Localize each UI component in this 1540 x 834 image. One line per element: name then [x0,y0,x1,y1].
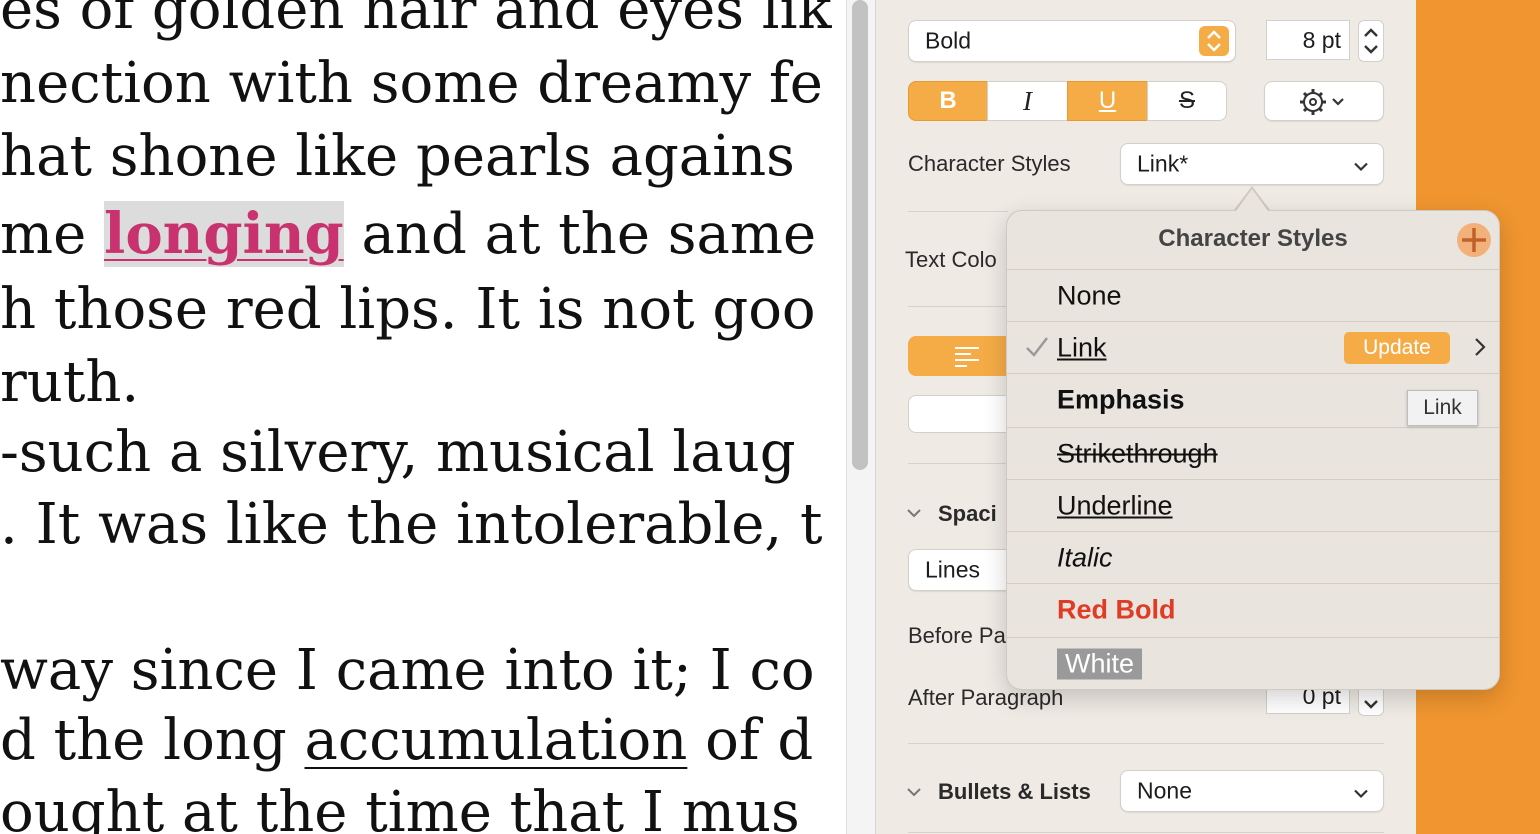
text-line[interactable]: nection with some dreamy fe [0,56,823,112]
stepper-arrows-icon [1199,26,1229,56]
text-run[interactable]: me [0,202,104,267]
italic-button[interactable]: I [987,81,1068,121]
bullets-lists-popup[interactable]: None [1120,770,1384,812]
character-styles-popover: Character Styles None Link Update Emphas… [1006,210,1500,690]
style-item-label: White [1057,648,1143,679]
style-item-label: Italic [1057,542,1113,572]
text-line[interactable]: way since I came into it; I co [0,643,815,699]
font-size-stepper[interactable] [1358,20,1384,62]
document-canvas[interactable]: es of golden hair and eyes lik nection w… [0,0,846,834]
divider [908,832,1384,833]
disclosure-chevron-icon[interactable] [906,506,922,524]
text-line[interactable]: ruth. [0,355,139,411]
text-line[interactable]: me longing and at the same [0,201,816,267]
checkmark-icon [1025,336,1049,363]
text-run[interactable]: and at the same [344,202,816,267]
style-item-red-bold[interactable]: Red Bold [1007,583,1499,635]
font-style-popup[interactable]: Bold [908,20,1236,62]
update-style-button[interactable]: Update [1344,332,1450,364]
style-item-label: None [1057,280,1122,310]
style-item-white[interactable]: White [1007,637,1499,689]
style-item-italic[interactable]: Italic [1007,531,1499,583]
underlined-text[interactable]: accumulation [305,708,688,773]
font-size-value: 8 pt [1302,27,1341,53]
font-size-field[interactable]: 8 pt [1266,20,1350,60]
chevron-down-icon [1353,778,1369,805]
popover-title: Character Styles [1158,225,1348,252]
scrollbar-thumb[interactable] [852,0,868,470]
disclosure-chevron-icon[interactable] [906,785,922,803]
gear-icon [1299,88,1355,122]
bold-button[interactable]: B [908,81,988,121]
text-line[interactable]: hat shone like pearls agains [0,129,795,185]
spacing-label: Spaci [938,501,997,526]
style-item-link[interactable]: Link Update [1007,321,1499,373]
tooltip: Link [1407,390,1478,426]
style-item-underline[interactable]: Underline [1007,479,1499,531]
spacing-popup[interactable]: Lines [908,549,1008,591]
text-options-button[interactable] [1264,81,1384,121]
align-left-button[interactable] [908,336,1008,376]
text-run[interactable]: d the long [0,708,305,773]
bullets-lists-value: None [1137,777,1192,804]
underline-button[interactable]: U [1067,81,1148,121]
bullets-lists-label: Bullets & Lists [938,779,1091,804]
text-line[interactable]: d the long accumulation of d [0,713,813,769]
chevron-right-icon[interactable] [1474,337,1486,362]
style-item-label: Emphasis [1057,384,1185,414]
strikethrough-button[interactable]: S [1147,81,1227,121]
divider [908,463,1008,464]
character-styles-label: Character Styles [908,151,1071,176]
indent-control[interactable] [908,395,1008,433]
text-line[interactable]: . It was like the intolerable, t [0,497,823,553]
text-color-label: Text Colo [905,247,997,272]
text-line[interactable]: ought at the time that I mus [0,785,800,834]
chevron-down-icon [1353,151,1369,178]
spacing-value: Lines [925,556,980,583]
divider [908,743,1384,744]
plus-icon [1462,228,1486,252]
align-left-icon [954,345,980,372]
divider [908,306,1008,307]
text-line[interactable]: es of golden hair and eyes lik [0,0,832,38]
style-item-label: Link [1057,332,1107,362]
text-line[interactable]: h those red lips. It is not goo [0,282,816,338]
add-style-button[interactable] [1457,223,1491,257]
text-run[interactable]: of d [687,708,813,773]
style-item-label: Red Bold [1057,594,1176,624]
before-paragraph-label: Before Pa [908,623,1006,648]
character-styles-value: Link* [1137,150,1189,177]
style-item-strikethrough[interactable]: Strikethrough [1007,427,1499,479]
style-item-label: Strikethrough [1057,438,1218,468]
style-item-label: Underline [1057,490,1173,520]
popover-arrow-fill [1236,189,1268,211]
text-line[interactable]: -such a silvery, musical laug [0,425,796,481]
font-style-value: Bold [925,27,972,54]
style-item-none[interactable]: None [1007,269,1499,321]
character-styles-popup[interactable]: Link* [1120,143,1384,185]
divider [908,211,1008,212]
selected-link-text[interactable]: longing [104,201,344,267]
